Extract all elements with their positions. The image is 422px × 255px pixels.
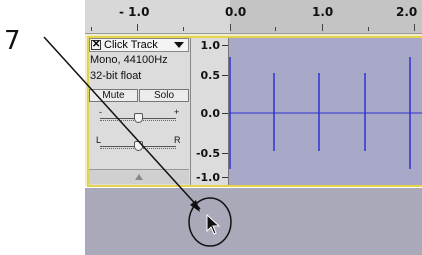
ruler-tick (91, 27, 92, 31)
ruler-tick (230, 24, 231, 31)
ruler-tick (414, 24, 415, 31)
step-number: 7 (4, 26, 21, 56)
ruler-label: 2.0 (396, 5, 418, 19)
empty-track-area[interactable] (85, 188, 422, 255)
ruler-tick (368, 27, 369, 31)
ruler-label: - 1.0 (119, 5, 150, 19)
track-selection-border (87, 36, 422, 187)
ruler-label: 0.0 (225, 5, 247, 19)
ruler-tick (183, 27, 184, 31)
ruler-label: 1.0 (312, 5, 334, 19)
timeline-ruler[interactable]: - 1.0 0.0 1.0 2.0 (85, 0, 422, 34)
ruler-tick (275, 27, 276, 31)
ruler-tick (137, 24, 138, 31)
ruler-tick (322, 24, 323, 31)
